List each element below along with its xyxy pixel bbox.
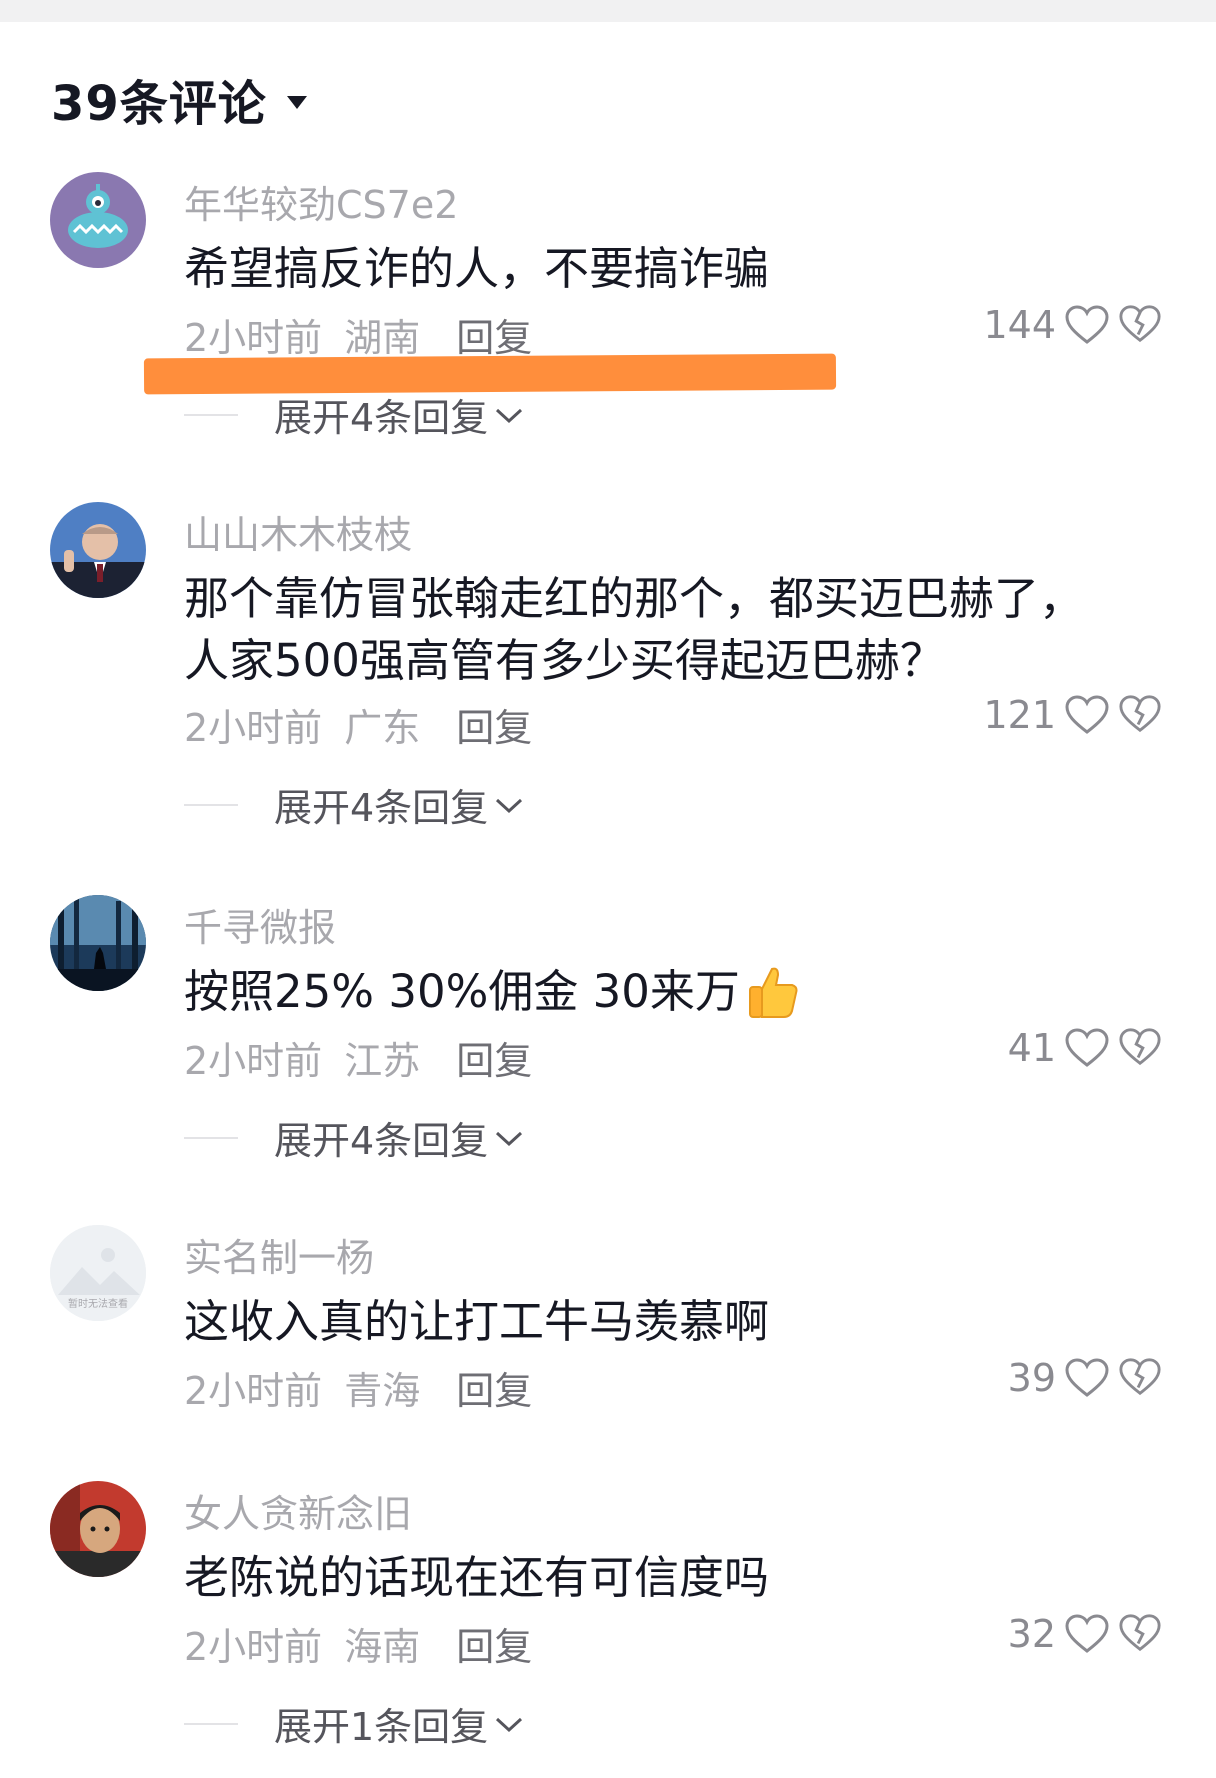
comment-text: 老陈说的话现在还有可信度吗	[184, 1551, 770, 1604]
heart-outline-icon[interactable]	[1064, 694, 1110, 736]
comment-username[interactable]: 女人贪新念旧	[184, 1483, 412, 1538]
expand-divider	[184, 1722, 238, 1725]
comment-username[interactable]: 山山木木枝枝	[184, 504, 412, 559]
comment-text: 希望搞反诈的人，不要搞诈骗	[184, 242, 770, 295]
broken-heart-icon[interactable]	[1118, 1612, 1162, 1654]
like-button[interactable]: 41	[900, 1026, 1110, 1070]
broken-heart-icon[interactable]	[1118, 303, 1162, 345]
comment-username[interactable]: 年华较劲CS7e2	[184, 174, 458, 229]
expand-divider	[184, 413, 238, 416]
like-count: 41	[1007, 1026, 1056, 1070]
comment-time: 2小时前	[184, 706, 323, 750]
comment-meta: 2小时前 海南 回复	[184, 1616, 532, 1671]
like-button[interactable]: 121	[900, 693, 1110, 737]
comments-header[interactable]: 39条评论	[51, 64, 307, 134]
comment-time: 2小时前	[184, 1039, 323, 1083]
comment-text: 按照25% 30%佣金 30来万	[184, 961, 802, 1023]
orange-highlight-underline	[143, 353, 837, 395]
reply-button[interactable]: 回复	[456, 1360, 532, 1415]
dislike-button[interactable]	[1118, 1612, 1162, 1656]
comment-text: 那个靠仿冒张翰走红的那个，都买迈巴赫了， 人家500强高管有多少买得起迈巴赫？	[184, 572, 1085, 687]
comment-meta: 2小时前 广东 回复	[184, 697, 532, 752]
like-count: 32	[1007, 1612, 1056, 1656]
expand-replies[interactable]: 展开4条回复	[184, 387, 524, 442]
heart-outline-icon[interactable]	[1064, 1613, 1110, 1655]
expand-replies-label: 展开4条回复	[274, 396, 489, 440]
reply-button[interactable]: 回复	[456, 307, 532, 362]
broken-heart-icon[interactable]	[1118, 693, 1162, 735]
comment-username[interactable]: 实名制一杨	[184, 1227, 374, 1282]
like-count: 121	[983, 693, 1056, 737]
broken-heart-icon[interactable]	[1118, 1356, 1162, 1398]
expand-replies[interactable]: 展开4条回复	[184, 777, 524, 832]
like-button[interactable]: 39	[900, 1356, 1110, 1400]
expand-replies-label: 展开4条回复	[274, 1119, 489, 1163]
avatar[interactable]	[50, 172, 146, 268]
comment-location: 湖南	[344, 316, 421, 360]
like-count: 144	[983, 303, 1056, 347]
chevron-down-icon	[496, 408, 523, 423]
comment-time: 2小时前	[184, 1369, 323, 1413]
like-button[interactable]: 32	[900, 1612, 1110, 1656]
expand-replies[interactable]: 展开1条回复	[184, 1696, 524, 1751]
expand-replies[interactable]: 展开4条回复	[184, 1110, 524, 1165]
comment-meta: 2小时前 江苏 回复	[184, 1030, 532, 1085]
avatar[interactable]	[50, 895, 146, 991]
avatar-placeholder-text: 暂时无法查看	[68, 1297, 128, 1310]
reply-button[interactable]: 回复	[456, 697, 532, 752]
avatar[interactable]: 暂时无法查看	[50, 1225, 146, 1321]
expand-divider	[184, 803, 238, 806]
like-button[interactable]: 144	[900, 303, 1110, 347]
thumbs-up-emoji	[748, 967, 798, 1018]
reply-button[interactable]: 回复	[456, 1616, 532, 1671]
comment-meta: 2小时前 青海 回复	[184, 1360, 532, 1415]
dislike-button[interactable]	[1118, 303, 1162, 347]
comment-text: 这收入真的让打工牛马羡慕啊	[184, 1295, 770, 1348]
dislike-button[interactable]	[1118, 1026, 1162, 1070]
comment-meta: 2小时前 湖南 回复	[184, 307, 532, 362]
comment-time: 2小时前	[184, 1625, 323, 1669]
comment-username[interactable]: 千寻微报	[184, 897, 336, 952]
expand-divider	[184, 1136, 238, 1139]
expand-replies-label: 展开4条回复	[274, 786, 489, 830]
comment-location: 江苏	[344, 1039, 421, 1083]
chevron-down-icon	[496, 798, 523, 813]
like-count: 39	[1007, 1356, 1056, 1400]
comment-count-title: 39条评论	[51, 76, 267, 132]
avatar[interactable]	[50, 1481, 146, 1577]
expand-replies-label: 展开1条回复	[274, 1705, 489, 1749]
chevron-down-icon	[496, 1717, 523, 1732]
heart-outline-icon[interactable]	[1064, 1027, 1110, 1069]
chevron-down-icon	[496, 1131, 523, 1146]
heart-outline-icon[interactable]	[1064, 304, 1110, 346]
avatar[interactable]	[50, 502, 146, 598]
comment-location: 海南	[344, 1625, 421, 1669]
comment-location: 广东	[344, 706, 421, 750]
dislike-button[interactable]	[1118, 1356, 1162, 1400]
dislike-button[interactable]	[1118, 693, 1162, 737]
broken-heart-icon[interactable]	[1118, 1026, 1162, 1068]
caret-down-icon[interactable]	[286, 95, 307, 109]
reply-button[interactable]: 回复	[456, 1030, 532, 1085]
comment-location: 青海	[344, 1369, 421, 1413]
comment-time: 2小时前	[184, 316, 323, 360]
top-divider	[0, 0, 1216, 22]
heart-outline-icon[interactable]	[1064, 1357, 1110, 1399]
